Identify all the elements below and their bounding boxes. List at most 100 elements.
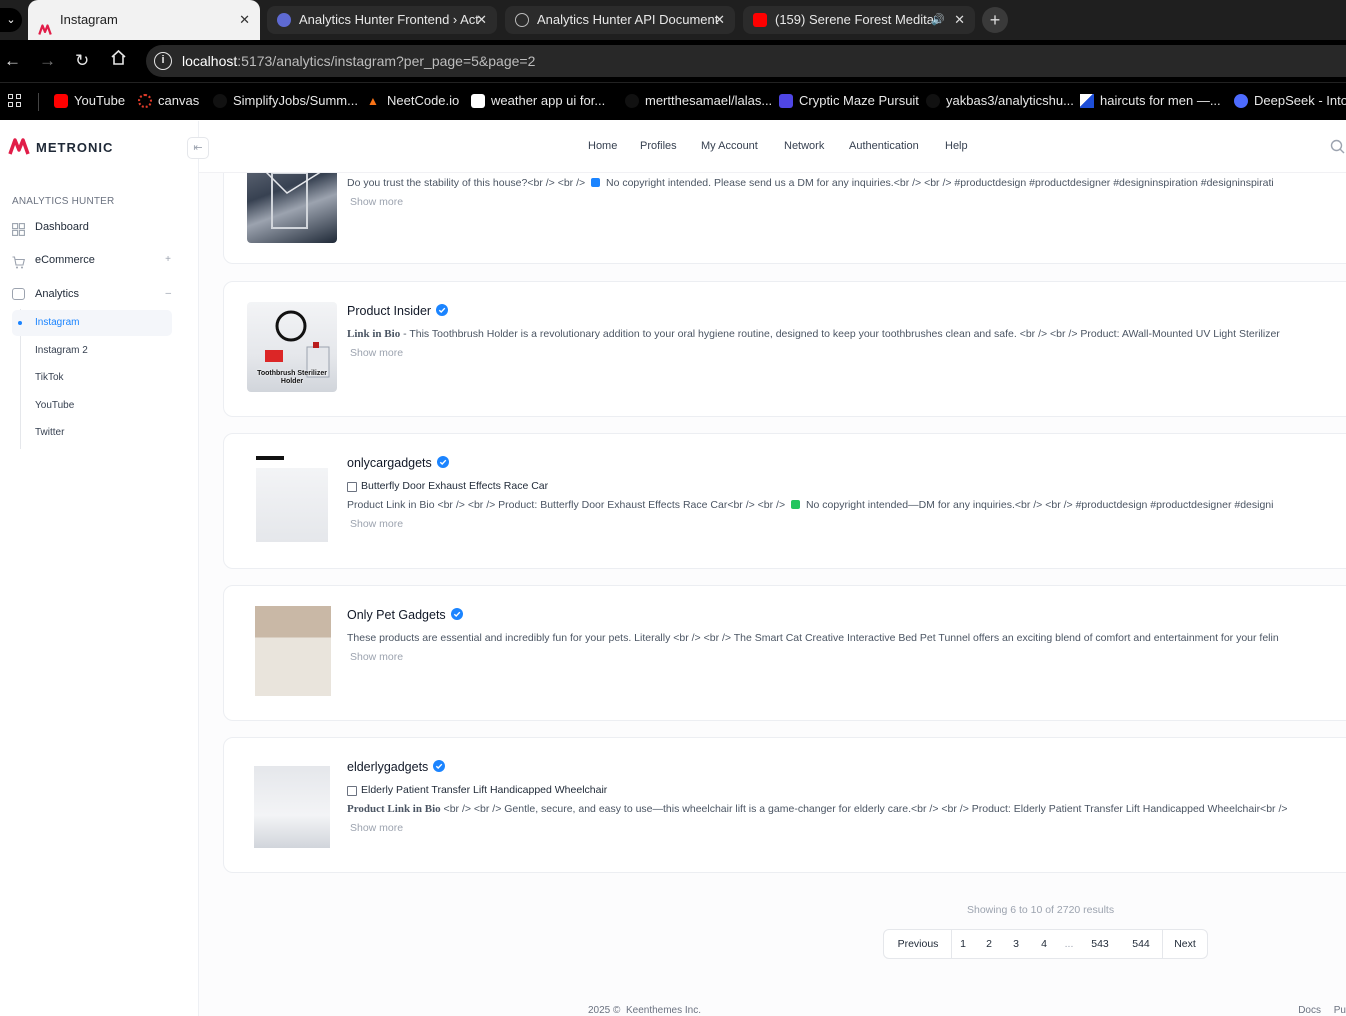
bookmark-label: NeetCode.io	[387, 93, 460, 108]
tab-title: Analytics Hunter Frontend › Act	[299, 12, 479, 27]
collapse-arrow-icon: ⇤	[193, 142, 203, 154]
close-icon[interactable]: ✕	[954, 6, 965, 34]
bookmark-haircuts[interactable]: haircuts for men —...	[1080, 83, 1221, 119]
sidebar-subitem-instagram[interactable]: Instagram	[12, 310, 172, 336]
profile-name[interactable]: Product Insider	[347, 304, 449, 318]
site-info-icon[interactable]: i	[154, 52, 172, 70]
page-button[interactable]: 3	[1004, 930, 1028, 958]
sidebar-subitem-instagram-2[interactable]: Instagram 2	[12, 338, 172, 364]
page-button[interactable]: 4	[1032, 930, 1056, 958]
chevron-down-icon: ⌄	[6, 14, 16, 26]
home-icon[interactable]	[110, 49, 127, 72]
next-button[interactable]: Next	[1163, 930, 1207, 958]
plus-icon: +	[989, 10, 1001, 30]
nav-help[interactable]: Help	[945, 121, 968, 171]
bookmark-canvas[interactable]: canvas	[138, 83, 199, 119]
sidebar-subitem-tiktok[interactable]: TikTok	[12, 365, 172, 391]
new-tab-button[interactable]: +	[982, 7, 1008, 33]
search-icon[interactable]	[1330, 139, 1346, 155]
close-icon[interactable]: ✕	[239, 0, 250, 40]
nav-home[interactable]: Home	[588, 121, 617, 171]
nav-authentication[interactable]: Authentication	[849, 121, 919, 171]
sidebar-subitem-youtube[interactable]: YouTube	[12, 393, 172, 419]
bookmark-deepseek[interactable]: DeepSeek - Into t	[1234, 83, 1346, 119]
bookmark-youtube[interactable]: YouTube	[54, 83, 125, 119]
post-card[interactable]: elderlygadgets Elderly Patient Transfer …	[223, 737, 1346, 873]
verified-badge-icon	[436, 456, 449, 468]
post-thumbnail[interactable]	[247, 454, 337, 544]
browser-tab-strip: ⌄ Instagram ✕ Analytics Hunter Frontend …	[0, 0, 1346, 40]
previous-button[interactable]: Previous	[884, 930, 952, 958]
browser-tab-api-docs[interactable]: Analytics Hunter API Document ✕	[505, 6, 735, 34]
url-field[interactable]: i localhost:5173/analytics/instagram?per…	[146, 45, 1346, 77]
page-button[interactable]: 2	[977, 930, 1001, 958]
url-host: localhost	[182, 53, 238, 69]
bookmark-site-icon	[1080, 94, 1094, 108]
nav-profiles[interactable]: Profiles	[640, 121, 677, 171]
sidebar-collapse-button[interactable]: ⇤	[187, 137, 209, 159]
apps-grid-icon[interactable]	[8, 94, 22, 108]
page-button[interactable]: 544	[1124, 930, 1158, 958]
verified-badge-icon	[433, 760, 446, 772]
youtube-icon	[54, 94, 68, 108]
nav-my-account[interactable]: My Account	[701, 121, 758, 171]
footer-docs-link[interactable]: Docs	[1298, 1005, 1321, 1016]
sidebar-item-dashboard[interactable]: Dashboard	[12, 215, 177, 239]
pagination: Previous 1 2 3 4 ... 543 544 Next	[883, 929, 1208, 959]
address-bar: ← → ↻ i localhost:5173/analytics/instagr…	[0, 40, 1346, 82]
bookmarks-bar: YouTube canvas SimplifyJobs/Summ... ▲ Nee…	[0, 82, 1346, 120]
sidebar-subitem-twitter[interactable]: Twitter	[12, 420, 172, 446]
show-more-link[interactable]: Show more	[350, 518, 403, 530]
post-thumbnail[interactable]	[247, 606, 337, 696]
bookmark-lalas[interactable]: mertthesamael/lalas...	[625, 83, 772, 119]
speaker-icon[interactable]: 🔊	[931, 6, 945, 34]
top-navigation: Home Profiles My Account Network Authent…	[199, 121, 1346, 173]
linear-icon	[277, 13, 291, 27]
footer-company-link[interactable]: Keenthemes Inc.	[626, 1005, 701, 1016]
page-button[interactable]: 543	[1084, 930, 1116, 958]
sidebar-item-analytics[interactable]: Analytics –	[12, 282, 177, 306]
footer-links: Docs Pu	[1288, 1005, 1346, 1016]
minus-icon[interactable]: –	[165, 282, 171, 306]
github-icon	[213, 94, 227, 108]
back-icon[interactable]: ←	[4, 50, 21, 72]
bookmark-label: mertthesamael/lalas...	[645, 93, 773, 108]
show-more-link[interactable]: Show more	[350, 651, 403, 663]
tab-search-button[interactable]: ⌄	[0, 8, 22, 32]
post-thumbnail[interactable]	[247, 758, 337, 848]
bookmark-weather-app[interactable]: weather app ui for...	[471, 83, 605, 119]
browser-tab-instagram[interactable]: Instagram ✕	[28, 0, 260, 40]
profile-name[interactable]: Only Pet Gadgets	[347, 608, 463, 622]
github-icon	[926, 94, 940, 108]
nav-network[interactable]: Network	[784, 121, 824, 171]
close-icon[interactable]: ✕	[476, 6, 487, 34]
post-card[interactable]: onlycargadgets Butterfly Door Exhaust Ef…	[223, 433, 1346, 569]
show-more-link[interactable]: Show more	[350, 196, 403, 208]
reload-icon[interactable]: ↻	[75, 50, 89, 72]
profile-name[interactable]: onlycargadgets	[347, 456, 449, 470]
product-title: Elderly Patient Transfer Lift Handicappe…	[347, 784, 607, 796]
plus-icon[interactable]: +	[165, 248, 171, 272]
bookmark-simplifyjobs[interactable]: SimplifyJobs/Summ...	[213, 83, 358, 119]
post-thumbnail[interactable]: Toothbrush Sterilizer Holder	[247, 302, 337, 392]
browser-tab-frontend[interactable]: Analytics Hunter Frontend › Act ✕	[267, 6, 497, 34]
dribbble-icon	[471, 94, 485, 108]
show-more-link[interactable]: Show more	[350, 822, 403, 834]
forward-icon[interactable]: →	[39, 50, 56, 72]
post-card[interactable]: Toothbrush Sterilizer Holder Product Ins…	[223, 281, 1346, 417]
show-more-link[interactable]: Show more	[350, 347, 403, 359]
browser-tab-youtube[interactable]: (159) Serene Forest Meditat 🔊 ✕	[743, 6, 975, 34]
sidebar-item-ecommerce[interactable]: eCommerce +	[12, 248, 177, 272]
sidebar-item-label: Dashboard	[35, 221, 89, 233]
logo-text: METRONIC	[36, 140, 114, 155]
close-icon[interactable]: ✕	[714, 6, 725, 34]
bookmark-neetcode[interactable]: ▲ NeetCode.io	[367, 83, 459, 119]
page-button[interactable]: 1	[952, 930, 974, 958]
bookmark-label: canvas	[158, 93, 200, 108]
footer-purchase-link[interactable]: Pu	[1334, 1005, 1346, 1016]
canvas-icon	[138, 94, 152, 108]
bookmark-analyticshunter[interactable]: yakbas3/analyticshu...	[926, 83, 1074, 119]
bookmark-cryptic-maze[interactable]: Cryptic Maze Pursuit	[779, 83, 919, 119]
post-card[interactable]: Only Pet Gadgets These products are esse…	[223, 585, 1346, 721]
profile-name[interactable]: elderlygadgets	[347, 760, 446, 774]
